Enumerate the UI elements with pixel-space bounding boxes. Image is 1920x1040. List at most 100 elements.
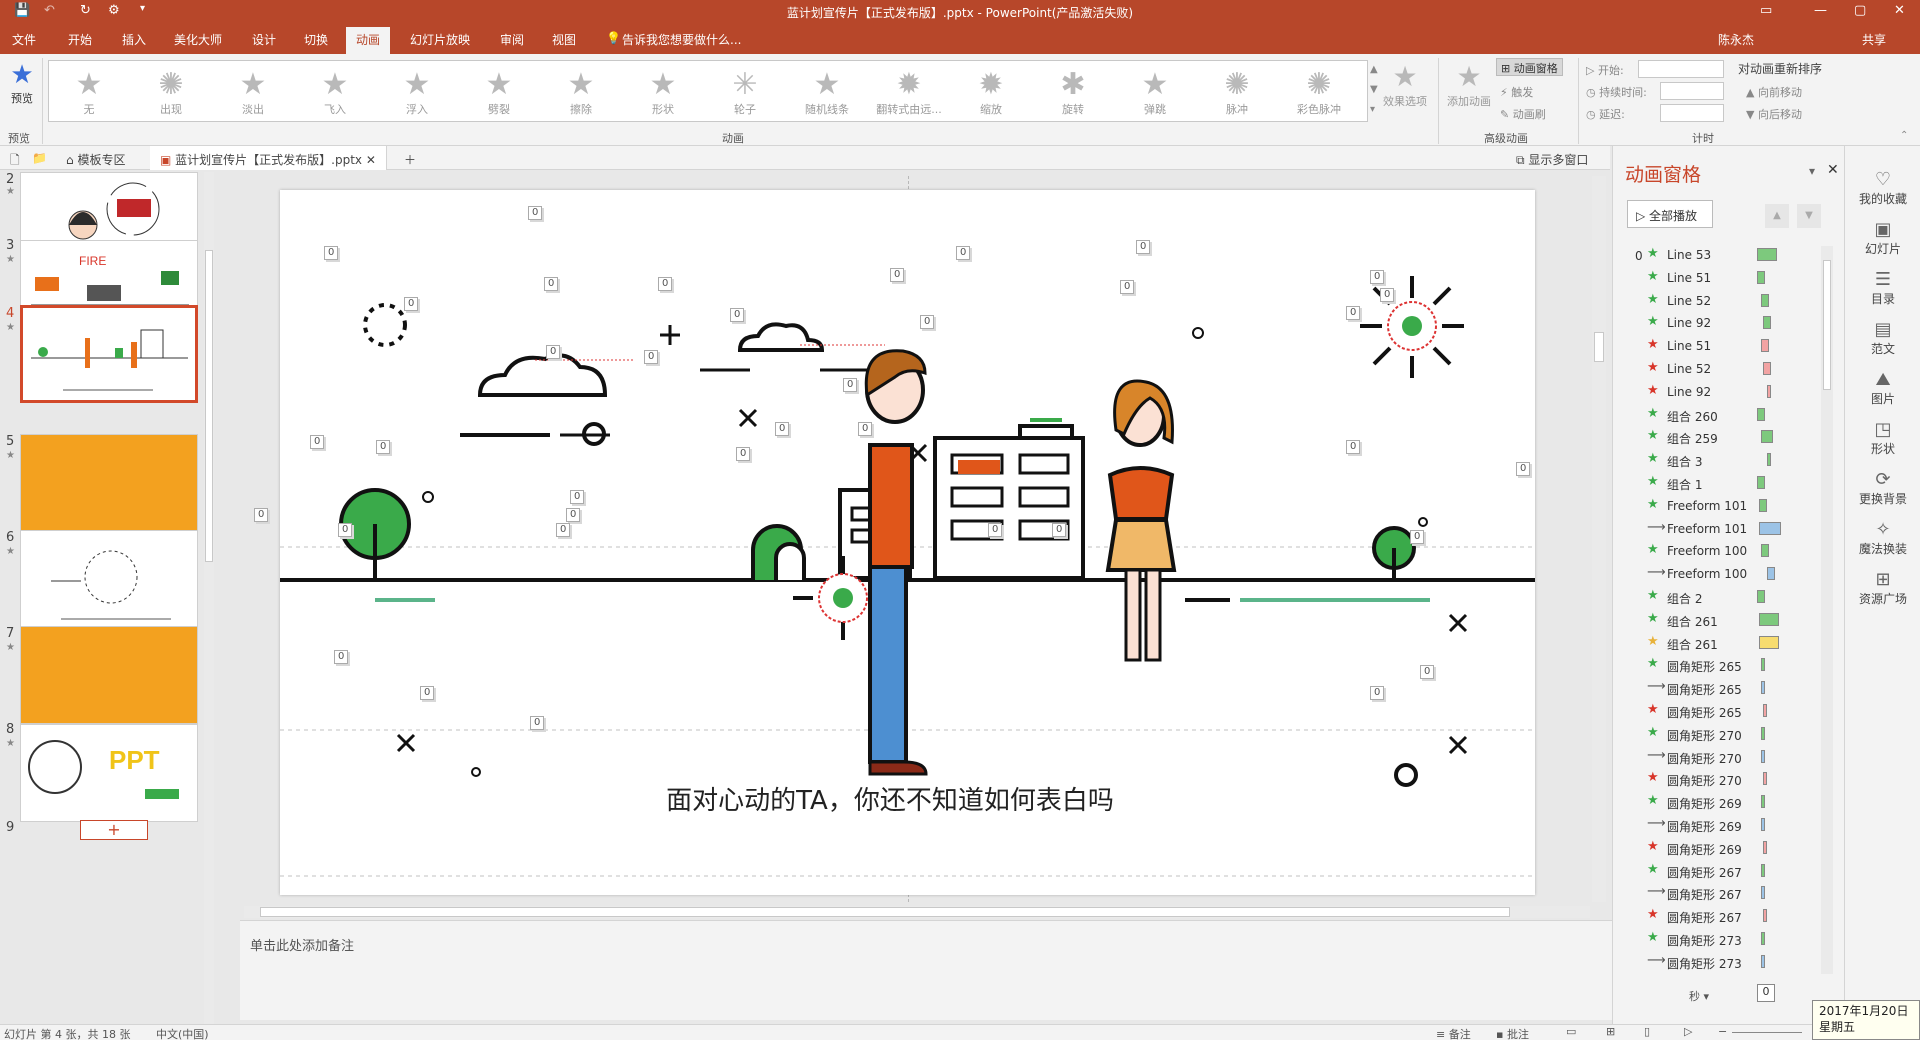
timeline-bar[interactable] [1757, 590, 1765, 603]
timeline-bar[interactable] [1761, 430, 1773, 444]
close-pane-icon[interactable]: ✕ [1827, 162, 1839, 178]
timeline-bar[interactable] [1761, 886, 1765, 900]
animation-list-item[interactable]: ⟶ 圆角矩形 265 [1613, 677, 1823, 699]
animation-order-badge[interactable]: 0 [843, 378, 858, 392]
tab-beautify[interactable]: 美化大师 [174, 31, 222, 48]
tab-file[interactable]: 文件 [12, 31, 36, 48]
timeline-bar[interactable] [1759, 612, 1779, 626]
animation-order-badge[interactable]: 0 [376, 440, 391, 454]
timeline-bar[interactable] [1767, 567, 1775, 581]
comments-toggle[interactable]: ▪ 批注 [1496, 1026, 1529, 1040]
timeline-bar[interactable] [1761, 339, 1769, 353]
minimize-icon[interactable]: — [1814, 3, 1827, 18]
resource-square-button[interactable]: ⊞ 资源广场 [1845, 570, 1920, 607]
timeline-bar[interactable] [1757, 270, 1765, 284]
normal-view-icon[interactable]: ▭ [1566, 1025, 1576, 1038]
animation-order-badge[interactable]: 0 [338, 523, 353, 537]
animation-list-item[interactable]: ★ 圆角矩形 267 [1613, 860, 1823, 882]
animation-list-item[interactable]: ★ 圆角矩形 265 [1613, 654, 1823, 676]
new-tab-icon[interactable]: ＋ [394, 146, 426, 170]
timeline-bar[interactable] [1763, 704, 1767, 717]
multi-window-button[interactable]: ⧉ 显示多窗口 [1506, 146, 1598, 170]
add-animation-button[interactable]: ★ 添加动画 [1444, 60, 1494, 109]
tab-insert[interactable]: 插入 [122, 31, 146, 48]
tab-design[interactable]: 设计 [252, 31, 276, 48]
animation-order-badge[interactable]: 0 [1136, 240, 1151, 254]
animation-list-item[interactable]: ★ Line 53 [1613, 244, 1823, 266]
animation-list-item[interactable]: ★ Line 92 [1613, 381, 1823, 403]
animation-list-item[interactable]: ⟶ 圆角矩形 267 [1613, 882, 1823, 904]
animation-order-badge[interactable]: 0 [254, 508, 269, 522]
animation-order-badge[interactable]: 0 [530, 716, 545, 730]
notes-placeholder[interactable]: 单击此处添加备注 [250, 935, 354, 954]
animation-list-item[interactable]: ★ Line 52 [1613, 290, 1823, 312]
shapes-button[interactable]: ◳ 形状 [1845, 420, 1920, 457]
move-down-icon[interactable]: ▼ [1797, 204, 1821, 228]
sorter-view-icon[interactable]: ⊞ [1606, 1025, 1615, 1038]
tab-review[interactable]: 审阅 [500, 31, 524, 48]
user-name[interactable]: 陈永杰 [1718, 31, 1754, 48]
language-indicator[interactable]: 中文(中国) [156, 1026, 209, 1040]
animation-list-item[interactable]: ★ Line 52 [1613, 358, 1823, 380]
slide-thumbnail-7[interactable] [20, 626, 198, 724]
animation-order-badge[interactable]: 0 [644, 350, 659, 364]
animation-order-badge[interactable]: 0 [1420, 665, 1435, 679]
timeline-bar[interactable] [1761, 795, 1765, 809]
maximize-icon[interactable]: ▢ [1854, 3, 1866, 18]
timeline-bar[interactable] [1761, 544, 1769, 558]
timeline-bar[interactable] [1763, 840, 1767, 854]
animation-list-item[interactable]: ★ Freeform 101 [1613, 495, 1823, 517]
open-folder-icon[interactable]: 📁 [22, 146, 57, 170]
animation-order-badge[interactable]: 0 [920, 315, 935, 329]
timeline-bar[interactable] [1761, 293, 1769, 307]
animation-order-badge[interactable]: 0 [556, 523, 571, 537]
tab-view[interactable]: 视图 [552, 31, 576, 48]
animation-order-badge[interactable]: 0 [404, 297, 419, 311]
animation-effect-item[interactable]: ✹ 翻转式由远... [873, 69, 945, 117]
animation-list-item[interactable]: ⟶ Freeform 101 [1613, 518, 1823, 540]
animation-effect-item[interactable]: ★ 浮入 [381, 69, 453, 117]
animation-list-item[interactable]: ⟶ 圆角矩形 269 [1613, 814, 1823, 836]
tab-home[interactable]: 开始 [68, 31, 92, 48]
horizontal-scrollbar[interactable] [244, 906, 1590, 918]
timeline-bar[interactable] [1759, 635, 1779, 649]
ribbon-display-icon[interactable]: ▭ [1760, 3, 1772, 18]
preview-button[interactable]: ★ 预览 [4, 60, 40, 106]
animation-order-badge[interactable]: 0 [1120, 280, 1135, 294]
animation-pane-button[interactable]: ⊞ 动画窗格 [1496, 58, 1563, 76]
close-tab-icon[interactable]: ✕ [366, 153, 376, 167]
animation-order-badge[interactable]: 0 [570, 490, 585, 504]
file-tab[interactable]: ▣ 蓝计划宣传片【正式发布版】.pptx ✕ [150, 146, 387, 170]
duration-input[interactable] [1660, 82, 1724, 100]
animation-order-badge[interactable]: 0 [310, 435, 325, 449]
tab-slideshow[interactable]: 幻灯片放映 [410, 31, 470, 48]
animation-list-item[interactable]: ★ 组合 261 [1613, 609, 1823, 631]
animation-effect-item[interactable]: ★ 随机线条 [791, 69, 863, 117]
animation-order-badge[interactable]: 0 [736, 447, 751, 461]
timeline-bar[interactable] [1761, 749, 1765, 763]
timeline-bar[interactable] [1767, 384, 1771, 398]
share-button[interactable]: 共享 [1862, 31, 1886, 48]
timeline-bar[interactable] [1763, 909, 1767, 923]
timeline-bar[interactable] [1761, 863, 1765, 877]
animation-order-badge[interactable]: 0 [528, 206, 543, 220]
animation-effect-item[interactable]: ✹ 缩放 [955, 69, 1027, 117]
change-background-button[interactable]: ⟳ 更换背景 [1845, 470, 1920, 507]
move-up-icon[interactable]: ▲ [1765, 204, 1789, 228]
animation-order-badge[interactable]: 0 [956, 246, 971, 260]
toc-button[interactable]: ☰ 目录 [1845, 270, 1920, 307]
animation-list-item[interactable]: ★ 组合 1 [1613, 472, 1823, 494]
slide-thumbnail-6[interactable] [20, 530, 198, 628]
pane-options-icon[interactable]: ▾ [1809, 164, 1815, 178]
animation-list-item[interactable]: ★ Line 51 [1613, 267, 1823, 289]
animation-order-badge[interactable]: 0 [775, 422, 790, 436]
trigger-button[interactable]: ⚡ 触发 [1500, 84, 1533, 100]
animation-order-badge[interactable]: 0 [1380, 288, 1395, 302]
animation-list-item[interactable]: ★ 组合 2 [1613, 586, 1823, 608]
animation-painter-button[interactable]: ✎ 动画刷 [1500, 106, 1546, 122]
slide-thumbnail-5[interactable] [20, 434, 198, 532]
gallery-scroll-up[interactable]: ▲ [1370, 64, 1378, 75]
timeline-zoom-input[interactable]: 0 [1757, 984, 1775, 1002]
animation-list-item[interactable]: ★ Line 92 [1613, 312, 1823, 334]
slide-caption[interactable]: 面对心动的TA，你还不知道如何表白吗 [540, 780, 1240, 817]
